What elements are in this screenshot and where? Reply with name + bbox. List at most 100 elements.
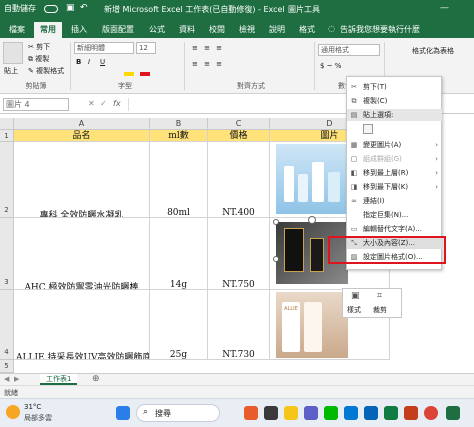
- menu-item-paste-options[interactable]: ▤ 貼上選項:: [347, 109, 442, 121]
- align-top-icon[interactable]: ≡ ≡ ≡: [192, 44, 224, 52]
- font-color-icon[interactable]: [140, 72, 150, 76]
- weather-desc[interactable]: 局部多雲: [24, 413, 52, 423]
- tab-review[interactable]: 校閱: [204, 22, 230, 38]
- tab-home[interactable]: 常用: [34, 22, 62, 38]
- powerpoint-icon[interactable]: [404, 406, 418, 420]
- excel-icon[interactable]: [446, 406, 460, 420]
- menu-item-cut[interactable]: ✂ 剪下(T): [347, 81, 442, 93]
- app-icon[interactable]: [264, 406, 278, 420]
- copy-button[interactable]: ⧉ 複製: [28, 54, 49, 64]
- cell-c4[interactable]: NT.730: [208, 290, 270, 360]
- tab-format[interactable]: 格式: [294, 22, 320, 38]
- minimize-icon[interactable]: —: [440, 3, 449, 13]
- row-header-4[interactable]: 4: [0, 290, 14, 360]
- word-icon[interactable]: [364, 406, 378, 420]
- add-sheet-icon[interactable]: ⊕: [92, 374, 100, 384]
- cell-a3[interactable]: AHC 極效防禦零油光防曬棒: [14, 218, 150, 290]
- tab-insert[interactable]: 插入: [66, 22, 92, 38]
- style-button[interactable]: 樣式: [347, 305, 361, 315]
- menu-item-send-to-back[interactable]: ◨ 移到最下層(K) ›: [347, 181, 442, 193]
- italic-button[interactable]: I: [88, 58, 90, 66]
- selection-handle[interactable]: [273, 256, 279, 262]
- enter-icon[interactable]: ✓: [100, 99, 107, 108]
- undo-icon[interactable]: ↶: [80, 3, 88, 13]
- tab-data[interactable]: 資料: [174, 22, 200, 38]
- cell-b2[interactable]: 80ml: [150, 142, 208, 218]
- style-icon[interactable]: ▣: [351, 291, 360, 301]
- taskbar-search[interactable]: ⌕ 搜尋: [136, 404, 220, 422]
- edge-icon[interactable]: [344, 406, 358, 420]
- fill-color-icon[interactable]: [124, 72, 134, 76]
- menu-item-bring-to-front[interactable]: ◧ 移到最上層(R) ›: [347, 167, 442, 179]
- cell-a2[interactable]: 專科 全效防曬水凝乳: [14, 142, 150, 218]
- name-box[interactable]: 圖片 4: [3, 98, 69, 111]
- currency-icon[interactable]: $ ~ %: [320, 62, 341, 70]
- menu-item-link[interactable]: ∞ 連結(I): [347, 195, 442, 207]
- table-format-button[interactable]: 格式化為表格: [412, 46, 454, 56]
- next-sheet-icon[interactable]: ▶: [14, 375, 19, 383]
- excel-icon[interactable]: [384, 406, 398, 420]
- tell-me-box[interactable]: 告訴我您想要執行什麼: [340, 24, 420, 35]
- font-name-select[interactable]: 新細明體: [74, 42, 134, 54]
- cell-a4[interactable]: ALLIE 持采長效UV高效防曬飾底乳: [14, 290, 150, 360]
- format-painter-button[interactable]: ✎ 複製格式: [28, 66, 64, 76]
- prev-sheet-icon[interactable]: ◀: [4, 375, 9, 383]
- cell-b1[interactable]: ml數: [150, 130, 208, 142]
- column-header-b[interactable]: B: [150, 118, 208, 130]
- row-header-3[interactable]: 3: [0, 218, 14, 290]
- select-all-corner[interactable]: [0, 118, 14, 130]
- paste-button[interactable]: 貼上: [4, 66, 18, 76]
- cut-button[interactable]: ✂ 剪下: [28, 42, 50, 52]
- menu-item-change-picture[interactable]: ▦ 變更圖片(A) ›: [347, 139, 442, 151]
- menu-item-alt-text[interactable]: ▭ 編輯替代文字(A)...: [347, 223, 442, 235]
- tab-help[interactable]: 說明: [264, 22, 290, 38]
- crop-button[interactable]: 裁剪: [373, 305, 387, 315]
- font-size-select[interactable]: 12: [136, 42, 156, 54]
- tab-file[interactable]: 檔案: [4, 22, 30, 38]
- product-image-1[interactable]: [276, 144, 348, 214]
- tab-formulas[interactable]: 公式: [144, 22, 170, 38]
- cell-a1[interactable]: 品名: [14, 130, 150, 142]
- column-header-c[interactable]: C: [208, 118, 270, 130]
- menu-item-copy[interactable]: ⧉ 複製(C): [347, 95, 442, 107]
- save-icon[interactable]: ▣: [66, 3, 75, 13]
- function-icon[interactable]: fx: [113, 99, 121, 108]
- crop-icon[interactable]: ⌗: [377, 291, 382, 301]
- row-header-1[interactable]: 1: [0, 130, 14, 142]
- row-header-2[interactable]: 2: [0, 142, 14, 218]
- teams-icon[interactable]: [304, 406, 318, 420]
- bold-button[interactable]: B: [76, 58, 81, 66]
- cell-c2[interactable]: NT.400: [208, 142, 270, 218]
- chrome-icon[interactable]: [424, 406, 438, 420]
- paste-icon[interactable]: [3, 42, 23, 64]
- scissors-icon: ✂: [28, 43, 37, 51]
- menu-item-assign-macro[interactable]: 指定巨集(N)...: [347, 209, 442, 221]
- number-format-select[interactable]: 通用格式: [318, 44, 380, 56]
- folder-icon[interactable]: [284, 406, 298, 420]
- cell-c3[interactable]: NT.750: [208, 218, 270, 290]
- column-header-a[interactable]: A: [14, 118, 150, 130]
- line-icon[interactable]: [324, 406, 338, 420]
- cell-c1[interactable]: 價格: [208, 130, 270, 142]
- lightbulb-icon: ◌: [328, 24, 335, 33]
- tab-page-layout[interactable]: 版面配置: [96, 22, 140, 38]
- start-icon[interactable]: [116, 406, 130, 420]
- underline-button[interactable]: U: [100, 58, 105, 66]
- autosave-toggle[interactable]: [44, 5, 58, 13]
- sheet-tab-1[interactable]: 工作表1: [40, 374, 78, 385]
- tab-view[interactable]: 檢視: [234, 22, 260, 38]
- scissors-icon: ✂: [351, 83, 357, 91]
- cancel-icon[interactable]: ✕: [88, 99, 95, 108]
- selection-handle[interactable]: [273, 219, 279, 225]
- menu-item-paste-option-button[interactable]: [347, 123, 442, 135]
- rotate-handle[interactable]: [308, 216, 316, 224]
- app-icon[interactable]: [244, 406, 258, 420]
- weather-temp[interactable]: 31°C: [24, 403, 41, 411]
- formula-input[interactable]: [128, 98, 344, 111]
- product-image-3[interactable]: ALLIE: [276, 292, 348, 358]
- autosave-label[interactable]: 自動儲存: [4, 3, 36, 14]
- cell-b4[interactable]: 25g: [150, 290, 208, 360]
- row-header-5[interactable]: 5: [0, 360, 14, 373]
- cell-b3[interactable]: 14g: [150, 218, 208, 290]
- align-left-icon[interactable]: ≡ ≡ ≡: [192, 60, 224, 68]
